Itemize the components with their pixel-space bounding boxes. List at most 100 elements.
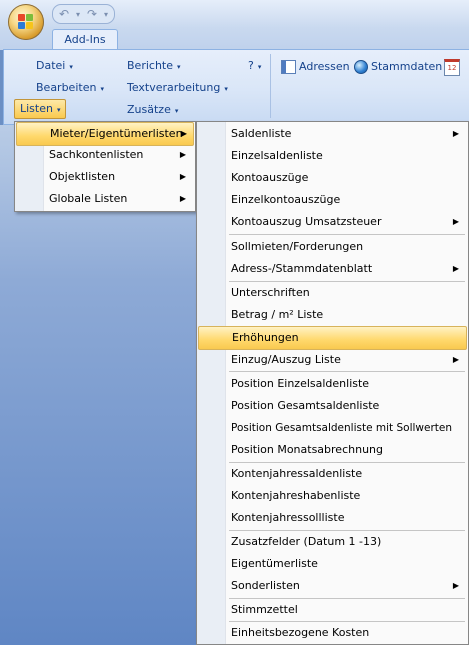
group-separator [270, 54, 271, 118]
dropdown-arrow-icon: ▾ [257, 63, 262, 71]
ribbon: Datei ▾ Berichte ▾ ? ▾ Bearbeiten ▾ Textvera… [3, 49, 469, 125]
menu-item-saldenliste[interactable]: Saldenliste ▶ [198, 123, 465, 145]
menu-label: Textverarbeitung [127, 81, 221, 94]
menu-item-label: Adress-/Stammdatenblatt [231, 262, 373, 275]
dropdown-arrow-icon: ▾ [177, 63, 181, 71]
submenu-arrow-icon: ▶ [179, 172, 186, 181]
menu-item-einzelkontoauszuege[interactable]: Einzelkontoauszüge [198, 189, 465, 211]
tab-add-ins[interactable]: Add-Ins [52, 29, 118, 50]
menu-item-objektlisten[interactable]: Objektlisten ▶ [16, 166, 192, 188]
menu-separator [229, 234, 465, 235]
submenu-arrow-icon: ▶ [452, 355, 459, 364]
menu-item-label: Sollmieten/Forderungen [231, 240, 364, 253]
office-button[interactable] [8, 4, 44, 40]
menu-berichte-button[interactable]: Berichte ▾ [127, 57, 181, 75]
menu-item-label: Kontoauszug Umsatzsteuer [231, 215, 382, 228]
menu-listen-button[interactable]: Listen ▾ [14, 99, 67, 119]
menu-item-erhoehungen[interactable]: Erhöhungen [198, 326, 467, 350]
dropdown-arrow-icon: ▾ [56, 106, 61, 114]
menu-item-label: Position Gesamtsaldenliste mit Sollwerte… [231, 422, 453, 434]
menu-item-stimmzettel[interactable]: Stimmzettel [198, 599, 465, 621]
menu-item-label: Einheitsbezogene Kosten [231, 626, 370, 639]
stammdaten-button[interactable]: Stammdaten [354, 58, 442, 76]
dropdown-arrow-icon: ▾ [100, 85, 104, 93]
adressen-button[interactable]: Adressen [281, 58, 350, 76]
menu-item-kontoauszuege[interactable]: Kontoauszüge [198, 167, 465, 189]
globe-icon [354, 60, 368, 74]
menu-item-label: Eigentümerliste [231, 557, 318, 570]
menu-label: Datei [36, 59, 66, 72]
menu-item-kontenjahressollliste[interactable]: Kontenjahressollliste [198, 507, 465, 529]
menu-label: Bearbeiten [36, 81, 97, 94]
menu-item-eigentuemerliste[interactable]: Eigentümerliste [198, 553, 465, 575]
toolbar-label: Adressen [299, 60, 350, 73]
menu-item-label: Position Gesamtsaldenliste [231, 399, 380, 412]
menu-item-position-gesamtsaldenliste[interactable]: Position Gesamtsaldenliste [198, 395, 465, 417]
menu-item-label: Position Monatsabrechnung [231, 443, 383, 456]
dropdown-icon[interactable]: ▾ [102, 10, 110, 19]
menu-separator [229, 371, 465, 372]
menu-item-label: Zusatzfelder (Datum 1 -13) [231, 535, 382, 548]
menu-item-zusatzfelder[interactable]: Zusatzfelder (Datum 1 -13) [198, 531, 465, 553]
menu-help-button[interactable]: ? ▾ [248, 57, 261, 75]
menu-datei-button[interactable]: Datei ▾ [36, 57, 73, 75]
menu-item-kontenjahressaldenliste[interactable]: Kontenjahressaldenliste [198, 463, 465, 485]
redo-icon[interactable]: ↷ [85, 7, 99, 21]
menu-item-einzelsaldenliste[interactable]: Einzelsaldenliste [198, 145, 465, 167]
menu-zusaetze-button[interactable]: Zusätze ▾ [127, 101, 178, 119]
menu-item-einzug-auszug-liste[interactable]: Einzug/Auszug Liste ▶ [198, 349, 465, 371]
dropdown-arrow-icon: ▾ [224, 85, 228, 93]
menu-item-label: Betrag / m² Liste [231, 308, 324, 321]
menu-item-kontenjahreshabenliste[interactable]: Kontenjahreshabenliste [198, 485, 465, 507]
menu-item-kontoauszug-umsatzsteuer[interactable]: Kontoauszug Umsatzsteuer ▶ [198, 211, 465, 233]
menu-item-label: Sachkontenlisten [49, 148, 144, 161]
submenu-arrow-icon: ▶ [180, 129, 187, 138]
menu-item-betrag-m2-liste[interactable]: Betrag / m² Liste [198, 304, 465, 326]
menu-item-label: Kontoauszüge [231, 171, 309, 184]
submenu-arrow-icon: ▶ [452, 264, 459, 273]
submenu-arrow-icon: ▶ [452, 581, 459, 590]
menu-bearbeiten-button[interactable]: Bearbeiten ▾ [36, 79, 104, 97]
menu-item-label: Kontenjahressollliste [231, 511, 345, 524]
calendar-icon: 12 [444, 58, 460, 76]
calendar-button[interactable]: 12 [444, 58, 460, 76]
menu-item-label: Einzug/Auszug Liste [231, 353, 341, 366]
menu-item-mieter-eigentuemerlisten[interactable]: Mieter/Eigentümerlisten ▶ [16, 122, 194, 146]
dropdown-icon[interactable]: ▾ [74, 10, 82, 19]
menu-item-sonderlisten[interactable]: Sonderlisten ▶ [198, 575, 465, 597]
menu-item-sollmieten-forderungen[interactable]: Sollmieten/Forderungen [198, 236, 465, 258]
office-logo-icon [18, 14, 34, 30]
menu-item-label: Unterschriften [231, 286, 310, 299]
menu-item-label: Erhöhungen [232, 331, 299, 344]
dropdown-arrow-icon: ▾ [69, 63, 73, 71]
menu-item-position-monatsabrechnung[interactable]: Position Monatsabrechnung [198, 439, 465, 461]
submenu-arrow-icon: ▶ [452, 129, 459, 138]
dropdown-arrow-icon: ▾ [174, 107, 179, 115]
menu-item-label: Objektlisten [49, 170, 116, 183]
menu-item-label: Kontenjahressaldenliste [231, 467, 363, 480]
menu-item-label: Sonderlisten [231, 579, 300, 592]
menu-item-position-einzelsaldenliste[interactable]: Position Einzelsaldenliste [198, 373, 465, 395]
toolbar-label: Stammdaten [371, 60, 443, 73]
menu-item-position-gesamtsaldenliste-mit-sollwerten[interactable]: Position Gesamtsaldenliste mit Sollwerte… [198, 417, 465, 439]
menu-textverarbeitung-button[interactable]: Textverarbeitung ▾ [127, 79, 228, 97]
menu-item-label: Kontenjahreshabenliste [231, 489, 361, 502]
menu-label: Berichte [127, 59, 173, 72]
listen-menu: Mieter/Eigentümerlisten ▶ Sachkontenlist… [14, 121, 196, 212]
menu-item-label: Stimmzettel [231, 603, 298, 616]
menu-item-globale-listen[interactable]: Globale Listen ▶ [16, 188, 192, 210]
quick-access-toolbar: ↶ ▾ ↷ ▾ [52, 4, 115, 24]
menu-item-unterschriften[interactable]: Unterschriften [198, 282, 465, 304]
menu-item-sachkontenlisten[interactable]: Sachkontenlisten ▶ [16, 144, 192, 166]
menu-item-label: Position Einzelsaldenliste [231, 377, 370, 390]
menu-item-einheitsbezogene-kosten[interactable]: Einheitsbezogene Kosten [198, 622, 465, 644]
menu-item-label: Einzelkontoauszüge [231, 193, 341, 206]
undo-icon[interactable]: ↶ [57, 7, 71, 21]
submenu-arrow-icon: ▶ [452, 217, 459, 226]
menu-item-label: Einzelsaldenliste [231, 149, 323, 162]
menu-item-label: Mieter/Eigentümerlisten [50, 127, 183, 140]
submenu-arrow-icon: ▶ [179, 150, 186, 159]
mieter-eigentuemerlisten-submenu: Saldenliste ▶ Einzelsaldenliste Kontoaus… [196, 121, 469, 645]
menu-item-label: Globale Listen [49, 192, 128, 205]
menu-item-adress-stammdatenblatt[interactable]: Adress-/Stammdatenblatt ▶ [198, 258, 465, 280]
